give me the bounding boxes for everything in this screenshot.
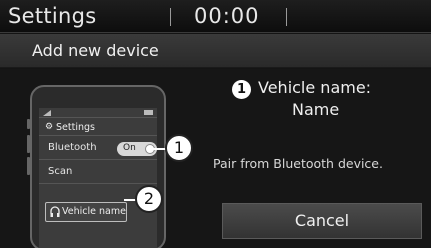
dialog-title: Add new device	[32, 41, 159, 60]
signal-icon	[43, 110, 51, 116]
phone-side-button	[27, 119, 30, 129]
phone-settings-header: ⚙ Settings	[39, 120, 157, 136]
app-title: Settings	[8, 4, 97, 28]
status-bar: Settings 00:00	[0, 0, 431, 33]
pairing-instruction: Pair from Bluetooth device.	[213, 156, 383, 171]
phone-side-button	[27, 135, 30, 153]
vehicle-name-label: Vehicle name:	[258, 78, 372, 97]
headset-icon	[50, 206, 60, 217]
bluetooth-label: Bluetooth	[48, 142, 97, 153]
phone-screen: ⚙ Settings Bluetooth On Scan Vehicle nam…	[39, 108, 157, 248]
battery-icon	[144, 110, 153, 115]
phone-status-bar	[39, 108, 157, 118]
vehicle-name-value: Name	[292, 100, 340, 119]
callout-2: 2	[135, 185, 163, 213]
callout-1: 1	[165, 134, 193, 162]
phone-settings-label: Settings	[56, 122, 95, 133]
scan-label: Scan	[48, 166, 73, 177]
settings-screen: Settings 00:00 Add new device ⚙ Settings	[0, 0, 431, 248]
bluetooth-toggle: On	[117, 142, 157, 156]
cancel-button[interactable]: Cancel	[222, 203, 422, 239]
phone-side-button	[27, 157, 30, 175]
dialog-header: Add new device	[0, 34, 431, 68]
device-label: Vehicle name	[62, 206, 126, 217]
vehicle-name-badge: 1	[232, 80, 251, 99]
toggle-label: On	[123, 143, 136, 153]
gear-icon: ⚙	[45, 122, 54, 132]
phone-bluetooth-row: Bluetooth On	[39, 137, 157, 160]
status-divider	[286, 8, 287, 26]
phone-device-item: Vehicle name	[45, 202, 127, 222]
phone-scan-row: Scan	[39, 161, 157, 184]
status-divider	[170, 8, 171, 26]
phone-illustration: ⚙ Settings Bluetooth On Scan Vehicle nam…	[27, 85, 166, 248]
clock: 00:00	[194, 4, 260, 28]
